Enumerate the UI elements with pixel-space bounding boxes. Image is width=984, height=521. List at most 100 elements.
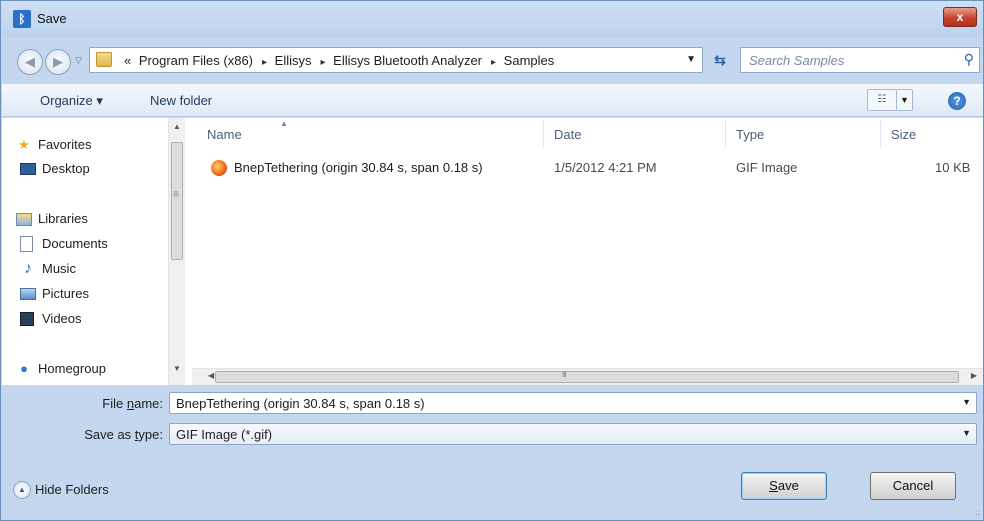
toolbar: Organize ▾ New folder ☷ ▼ ? — [2, 83, 983, 117]
hide-folders-button[interactable]: ▲ Hide Folders — [13, 481, 109, 499]
refresh-button[interactable]: ⇆ — [707, 49, 733, 73]
horizontal-scrollbar[interactable]: ◀ ▶ — [192, 368, 983, 385]
breadcrumb-item[interactable]: Program Files (x86) — [139, 53, 253, 68]
file-type: GIF Image — [736, 160, 798, 175]
nav-item-desktop[interactable]: Desktop — [20, 158, 90, 180]
scroll-up-icon[interactable]: ▲ — [173, 122, 181, 131]
breadcrumb-item[interactable]: Samples — [504, 53, 555, 68]
file-list: Name ▲ Date Type Size BnepTethering (ori… — [192, 118, 983, 385]
sort-ascending-icon: ▲ — [280, 119, 288, 128]
resize-grip-icon[interactable]: .:: — [975, 508, 980, 517]
nav-item-pictures[interactable]: Pictures — [20, 283, 89, 305]
nav-label: Favorites — [38, 137, 92, 152]
new-folder-button[interactable]: New folder — [150, 93, 212, 108]
button-label: ave — [777, 478, 799, 493]
nav-homegroup[interactable]: ● Homegroup — [20, 358, 106, 380]
scroll-thumb[interactable] — [215, 370, 959, 383]
file-row[interactable]: BnepTethering (origin 30.84 s, span 0.18… — [202, 156, 972, 180]
save-dialog: ᛒ Save x ◀ ▶ ▽ « Program Files (x86) ▸ El… — [0, 0, 984, 521]
change-view-icon[interactable]: ☷ — [867, 89, 897, 111]
access-key: S — [769, 478, 778, 493]
back-button[interactable]: ◀ — [17, 49, 43, 75]
nav-label: Desktop — [42, 161, 90, 176]
recent-pages-dropdown[interactable]: ▽ — [75, 55, 82, 66]
search-input[interactable] — [749, 51, 949, 69]
chevron-down-icon[interactable]: ▼ — [962, 428, 971, 438]
help-icon[interactable]: ? — [948, 92, 966, 110]
view-options-dropdown[interactable]: ▼ — [897, 89, 913, 111]
save-as-type-value: GIF Image (*.gif) — [176, 427, 273, 442]
homegroup-icon: ● — [20, 361, 28, 376]
nav-libraries[interactable]: Libraries — [16, 208, 88, 230]
nav-label: Music — [42, 261, 76, 276]
breadcrumb-separator-icon[interactable]: ▸ — [262, 57, 267, 68]
desktop-icon — [20, 163, 36, 175]
window-title: Save — [37, 11, 67, 26]
document-icon — [20, 236, 33, 252]
column-header-size[interactable]: Size — [891, 127, 916, 142]
nav-item-music[interactable]: ♪ Music — [24, 258, 76, 280]
column-header-name[interactable]: Name — [207, 127, 242, 142]
nav-label: Documents — [42, 236, 108, 251]
save-as-type-select[interactable]: GIF Image (*.gif) ▼ — [169, 423, 977, 445]
file-name: BnepTethering (origin 30.84 s, span 0.18… — [234, 160, 483, 175]
column-divider[interactable] — [543, 120, 544, 148]
search-box[interactable]: ⚲ — [740, 47, 980, 73]
column-header-type[interactable]: Type — [736, 127, 764, 142]
scroll-right-icon[interactable]: ▶ — [971, 371, 977, 380]
scroll-thumb[interactable] — [171, 142, 183, 260]
organize-button[interactable]: Organize ▾ — [40, 93, 103, 109]
column-divider[interactable] — [725, 120, 726, 148]
close-button[interactable]: x — [943, 7, 977, 27]
address-bar[interactable]: « Program Files (x86) ▸ Ellisys ▸ Ellisys … — [89, 47, 703, 73]
search-icon[interactable]: ⚲ — [964, 51, 974, 68]
breadcrumb-separator-icon[interactable]: ▸ — [321, 57, 326, 68]
save-button[interactable]: Save — [741, 472, 827, 500]
star-icon: ★ — [18, 137, 30, 152]
title-bar: ᛒ Save x — [1, 1, 983, 37]
nav-label: Videos — [42, 311, 82, 326]
nav-vertical-scrollbar[interactable]: ▲ ▼ — [168, 118, 185, 385]
breadcrumb-separator-icon[interactable]: ▸ — [491, 57, 496, 68]
address-row: ◀ ▶ ▽ « Program Files (x86) ▸ Ellisys ▸ El… — [1, 43, 983, 77]
nav-label: Homegroup — [38, 361, 106, 376]
hide-folders-label: Hide Folders — [35, 482, 109, 497]
file-name-label: File name: — [41, 396, 163, 411]
nav-item-videos[interactable]: Videos — [20, 308, 82, 330]
nav-label: Pictures — [42, 286, 89, 301]
scroll-down-icon[interactable]: ▼ — [173, 364, 181, 373]
breadcrumb-item[interactable]: Ellisys Bluetooth Analyzer — [333, 53, 482, 68]
scroll-left-icon[interactable]: ◀ — [208, 371, 214, 380]
column-header-date[interactable]: Date — [554, 127, 581, 142]
bluetooth-icon: ᛒ — [13, 10, 31, 28]
nav-favorites[interactable]: ★ Favorites — [18, 134, 92, 156]
label-part: File — [102, 396, 127, 411]
libraries-icon — [16, 213, 32, 226]
breadcrumb: « Program Files (x86) ▸ Ellisys ▸ Ellisys … — [124, 53, 558, 68]
file-name-field[interactable]: BnepTethering (origin 30.84 s, span 0.18… — [169, 392, 977, 414]
pictures-icon — [20, 288, 36, 300]
file-name-value[interactable]: BnepTethering (origin 30.84 s, span 0.18… — [176, 396, 425, 411]
music-icon: ♪ — [24, 260, 32, 277]
access-key: n — [126, 396, 135, 411]
nav-item-documents[interactable]: Documents — [20, 233, 108, 255]
column-label: Name — [207, 127, 242, 142]
gif-file-icon — [211, 160, 227, 176]
breadcrumb-overflow[interactable]: « — [124, 53, 131, 68]
column-divider[interactable] — [880, 120, 881, 148]
cancel-button[interactable]: Cancel — [870, 472, 956, 500]
label-part: ame: — [134, 396, 163, 411]
folder-icon — [96, 52, 112, 67]
address-dropdown-icon[interactable]: ▼ — [686, 54, 696, 65]
navigation-pane: ★ Favorites Desktop Libraries Documents … — [2, 118, 188, 385]
breadcrumb-item[interactable]: Ellisys — [275, 53, 312, 68]
collapse-icon: ▲ — [13, 481, 31, 499]
file-size: 10 KB — [935, 160, 971, 175]
label-part: Save as — [84, 427, 135, 442]
file-date: 1/5/2012 4:21 PM — [554, 160, 657, 175]
nav-label: Libraries — [38, 211, 88, 226]
forward-button[interactable]: ▶ — [45, 49, 71, 75]
chevron-down-icon[interactable]: ▼ — [962, 397, 971, 407]
label-part: ype: — [138, 427, 163, 442]
videos-icon — [20, 312, 34, 326]
